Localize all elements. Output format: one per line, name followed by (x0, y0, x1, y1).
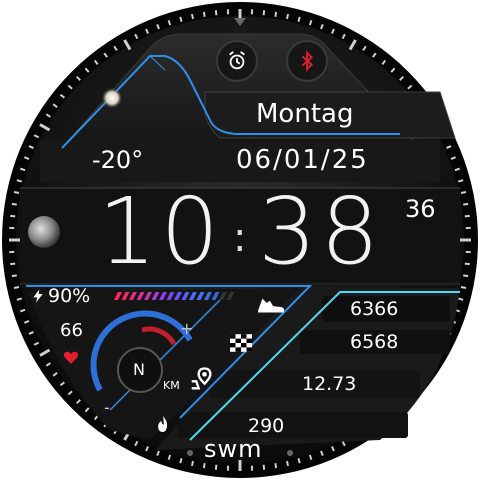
shoe-icon (258, 298, 285, 313)
route-pin-icon (191, 367, 212, 390)
minus-label: - (104, 398, 110, 417)
tick-mark (11, 274, 17, 278)
day-label: Montag (256, 99, 354, 129)
alarm-button[interactable] (216, 40, 258, 82)
tick-mark (190, 13, 194, 20)
tick-mark (458, 297, 464, 301)
heart-rate-value: 66 (60, 320, 83, 341)
tick-mark (190, 460, 194, 467)
tick-mark (13, 190, 20, 194)
goal-value: 6568 (350, 331, 399, 353)
plus-label: + (180, 319, 194, 338)
tick-mark (10, 214, 16, 218)
time-hours: 10 (98, 178, 224, 285)
tick-mark (13, 286, 20, 290)
tick-mark (262, 10, 266, 16)
distance-unit-label: KM (163, 379, 180, 392)
tick-mark (464, 214, 470, 218)
bluetooth-icon (301, 50, 313, 72)
tick-mark (458, 179, 464, 183)
tick-mark (286, 13, 290, 20)
heart-icon (63, 351, 79, 364)
tick-mark (10, 262, 16, 266)
tick-mark (202, 463, 206, 469)
battery-label: 90% (48, 285, 91, 307)
tick-mark (297, 16, 301, 22)
compass-label: N (133, 360, 145, 379)
tick-mark (16, 297, 22, 301)
tick-mark (202, 11, 206, 17)
tick-mark (214, 464, 218, 470)
steps-value: 6366 (350, 298, 399, 320)
time-minutes: 38 (258, 178, 384, 285)
date-label: 06/01/25 (236, 145, 369, 175)
tick-mark (460, 190, 467, 194)
tick-mark (274, 463, 278, 469)
sun-icon (102, 88, 122, 108)
checkered-flag-icon (230, 334, 252, 352)
tick-mark (460, 286, 467, 290)
tick-mark (11, 202, 17, 206)
tick-mark (179, 458, 183, 464)
moon-phase-icon (28, 216, 60, 248)
tick-mark (463, 202, 469, 206)
time-separator: : (233, 215, 247, 261)
temperature-label: -20° (92, 146, 144, 174)
tick-mark (16, 179, 22, 183)
bluetooth-button[interactable] (286, 40, 328, 82)
tick-mark (214, 10, 218, 16)
lightning-icon (33, 289, 43, 303)
brand-logo: swm (204, 435, 263, 463)
tick-mark (274, 11, 278, 17)
tick-mark (179, 16, 183, 22)
time-seconds: 36 (405, 195, 436, 223)
flame-icon (158, 416, 168, 432)
tick-mark (262, 464, 266, 470)
tick-mark (297, 458, 301, 464)
tick-mark (464, 262, 470, 266)
calories-value: 290 (248, 415, 285, 437)
distance-value: 12.73 (302, 373, 357, 395)
alarm-clock-icon (229, 51, 245, 70)
tick-mark (463, 274, 469, 278)
tick-mark (286, 460, 290, 467)
